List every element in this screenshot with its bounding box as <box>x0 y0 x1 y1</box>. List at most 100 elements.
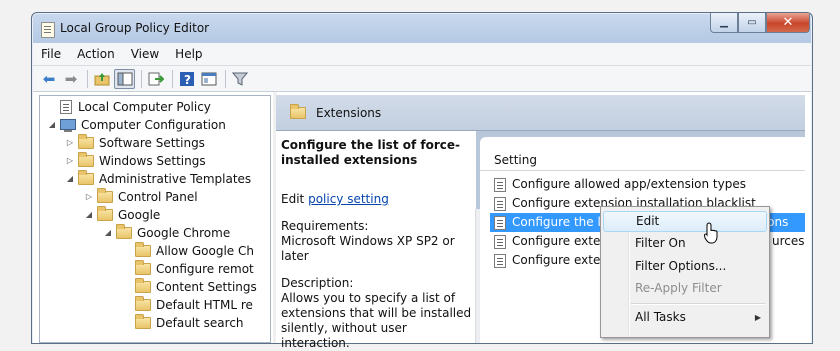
tree-item-label: Administrative Templates <box>99 172 252 186</box>
export-list-icon[interactable] <box>146 69 166 89</box>
help-icon[interactable]: ? <box>177 69 197 89</box>
toolbar-separator <box>141 69 142 88</box>
tree-pane: Local Computer Policy ◢ Computer Configu… <box>39 95 271 343</box>
tree-item[interactable]: ◢ Google <box>83 206 160 224</box>
policy-setting-link[interactable]: policy setting <box>308 192 389 206</box>
folder-icon <box>135 296 151 311</box>
expanded-twisty-icon[interactable]: ◢ <box>83 206 95 224</box>
policy-setting-icon <box>494 177 506 192</box>
filter-icon[interactable] <box>230 69 250 89</box>
tree-item[interactable]: Configure remot <box>121 260 254 278</box>
policy-setting-icon <box>494 253 506 268</box>
tree-item[interactable]: ▷ Control Panel <box>83 188 198 206</box>
context-menu-separator <box>631 303 765 305</box>
tree-item-label: Google Chrome <box>137 226 231 240</box>
folder-icon <box>135 278 151 293</box>
svg-text:?: ? <box>184 73 191 87</box>
tree-item[interactable]: ◢ Computer Configuration <box>46 116 226 134</box>
requirements-label: Requirements: <box>281 219 369 233</box>
close-button[interactable]: ✕ <box>766 13 810 33</box>
tree-item-label: Default search <box>156 316 244 330</box>
tree-item-label: Content Settings <box>156 280 257 294</box>
tree-item-label: Google <box>118 208 161 222</box>
menu-help[interactable]: Help <box>167 47 210 61</box>
properties-icon[interactable] <box>199 69 219 89</box>
all-tasks-label: All Tasks <box>635 310 686 324</box>
tree-item-label: Windows Settings <box>99 154 206 168</box>
tree-item-label: Allow Google Ch <box>156 244 254 258</box>
folder-icon <box>78 152 94 167</box>
setting-heading: Configure the list of force-installed ex… <box>281 138 460 167</box>
folder-icon <box>97 188 113 203</box>
policy-setting-icon <box>494 215 506 230</box>
tree-item-label: Local Computer Policy <box>78 100 211 114</box>
submenu-arrow-icon: ▶ <box>754 313 761 322</box>
extensions-title: Extensions <box>316 105 382 120</box>
tree-item-label: Default HTML re <box>156 298 253 312</box>
toolbar-separator <box>172 69 173 88</box>
folder-icon <box>78 170 94 185</box>
collapsed-twisty-icon[interactable]: ▷ <box>83 188 95 206</box>
tree-item-label: Software Settings <box>99 136 205 150</box>
menu-bar: File Action View Help <box>33 43 811 66</box>
tree-item-label: Computer Configuration <box>81 118 226 132</box>
description-value: Allows you to specify a list of extensio… <box>281 291 472 350</box>
tree-item[interactable]: Allow Google Ch <box>121 242 254 260</box>
context-menu-edit[interactable]: Edit <box>603 211 767 232</box>
requirements-value: Microsoft Windows XP SP2 or later <box>281 234 455 263</box>
minimize-button[interactable]: ▁ <box>710 13 738 33</box>
up-folder-icon[interactable] <box>92 69 112 89</box>
tree-item[interactable]: ▷ Windows Settings <box>64 152 206 170</box>
list-item-label-tail: urces <box>772 234 805 248</box>
forward-arrow-icon[interactable]: ➡ <box>61 69 81 89</box>
folder-icon <box>97 206 113 221</box>
context-menu-all-tasks[interactable]: All Tasks ▶ <box>603 307 767 328</box>
toolbar-separator <box>225 69 226 88</box>
folder-icon <box>78 134 94 149</box>
extensions-header: Extensions <box>276 95 805 131</box>
expanded-twisty-icon[interactable]: ◢ <box>46 116 58 134</box>
setting-column-header[interactable]: Setting <box>480 151 805 171</box>
menu-action[interactable]: Action <box>69 47 123 61</box>
context-menu-filter-options[interactable]: Filter Options... <box>603 256 767 277</box>
policy-setting-icon <box>494 196 506 211</box>
context-menu: Edit Filter On Filter Options... Re-Appl… <box>600 206 770 338</box>
list-item[interactable]: Configure allowed app/extension types <box>490 175 805 194</box>
toolbar-separator <box>87 69 88 88</box>
folder-icon <box>116 224 132 239</box>
collapsed-twisty-icon[interactable]: ▷ <box>64 152 76 170</box>
folder-icon <box>290 103 306 119</box>
policy-setting-icon <box>494 234 506 249</box>
tree-item[interactable]: ◢ Google Chrome <box>102 224 230 242</box>
description-panel: Configure the list of force-installed ex… <box>276 131 476 350</box>
expanded-twisty-icon[interactable]: ◢ <box>102 224 114 242</box>
back-arrow-icon[interactable]: ⬅ <box>39 69 59 89</box>
policy-doc-icon <box>60 100 72 114</box>
tree-item[interactable]: Content Settings <box>121 278 257 296</box>
toolbar: ⬅ ➡ ? <box>33 66 811 92</box>
tree-item[interactable]: ▷ Software Settings <box>64 134 205 152</box>
maximize-button[interactable]: ▭ <box>738 13 766 33</box>
tree-item-label: Control Panel <box>118 190 198 204</box>
context-menu-filter-on[interactable]: Filter On <box>603 233 767 254</box>
tree-item[interactable]: Default search <box>121 314 244 332</box>
list-item-label: Configure allowed app/extension types <box>512 177 746 191</box>
context-menu-reapply-filter[interactable]: Re-Apply Filter <box>603 278 767 299</box>
folder-icon <box>135 242 151 257</box>
window-title: Local Group Policy Editor <box>60 21 210 35</box>
hand-cursor-icon <box>704 222 718 244</box>
expanded-twisty-icon[interactable]: ◢ <box>64 170 76 188</box>
edit-prefix: Edit <box>281 192 305 206</box>
title-bar[interactable]: Local Group Policy Editor ▁ ▭ ✕ <box>32 13 812 43</box>
computer-icon <box>60 118 76 132</box>
tree-item[interactable]: Local Computer Policy <box>46 98 211 116</box>
tree-item[interactable]: ◢ Administrative Templates <box>64 170 251 188</box>
app-icon <box>41 22 55 38</box>
collapsed-twisty-icon[interactable]: ▷ <box>64 134 76 152</box>
tree-item[interactable]: Default HTML re <box>121 296 253 314</box>
menu-file[interactable]: File <box>33 47 69 61</box>
description-label: Description: <box>281 276 354 290</box>
tree-item-label: Configure remot <box>156 262 254 276</box>
menu-view[interactable]: View <box>123 47 167 61</box>
show-hide-tree-icon[interactable] <box>114 68 135 89</box>
